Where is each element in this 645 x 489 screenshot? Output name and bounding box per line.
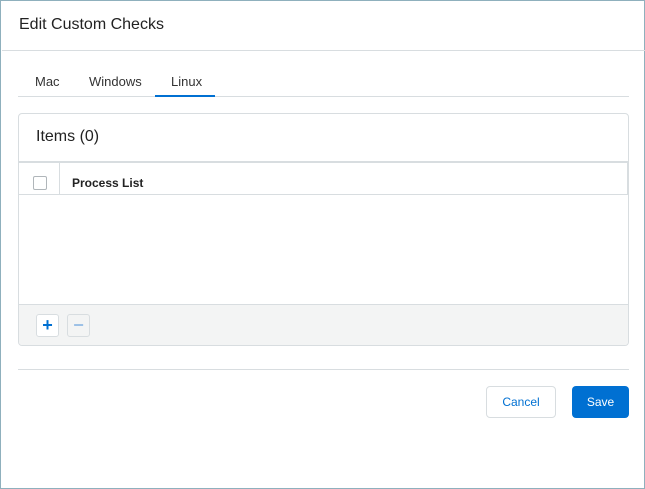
remove-item-button[interactable]: −	[67, 314, 90, 337]
tab-bar-line	[18, 96, 629, 97]
column-separator	[59, 163, 60, 195]
plus-icon: +	[42, 315, 53, 335]
panel-footer: + −	[19, 304, 628, 345]
cancel-button[interactable]: Cancel	[486, 386, 556, 418]
column-header-process-list[interactable]: Process List	[72, 176, 143, 190]
tab-mac[interactable]: Mac	[35, 74, 60, 89]
save-button[interactable]: Save	[572, 386, 629, 418]
dialog: Edit Custom Checks Mac Windows Linux Ite…	[0, 0, 645, 489]
dialog-title: Edit Custom Checks	[19, 16, 164, 33]
minus-icon: −	[73, 315, 84, 335]
tab-windows[interactable]: Windows	[89, 74, 142, 89]
table-header: Process List	[19, 161, 628, 195]
tab-linux[interactable]: Linux	[171, 74, 202, 89]
add-item-button[interactable]: +	[36, 314, 59, 337]
tab-selected-indicator	[155, 95, 215, 97]
header-divider	[2, 50, 645, 51]
items-panel: Items (0) Process List + −	[18, 113, 629, 346]
footer-divider	[18, 369, 629, 370]
select-all-checkbox[interactable]	[33, 176, 47, 190]
panel-title: Items (0)	[36, 128, 100, 145]
